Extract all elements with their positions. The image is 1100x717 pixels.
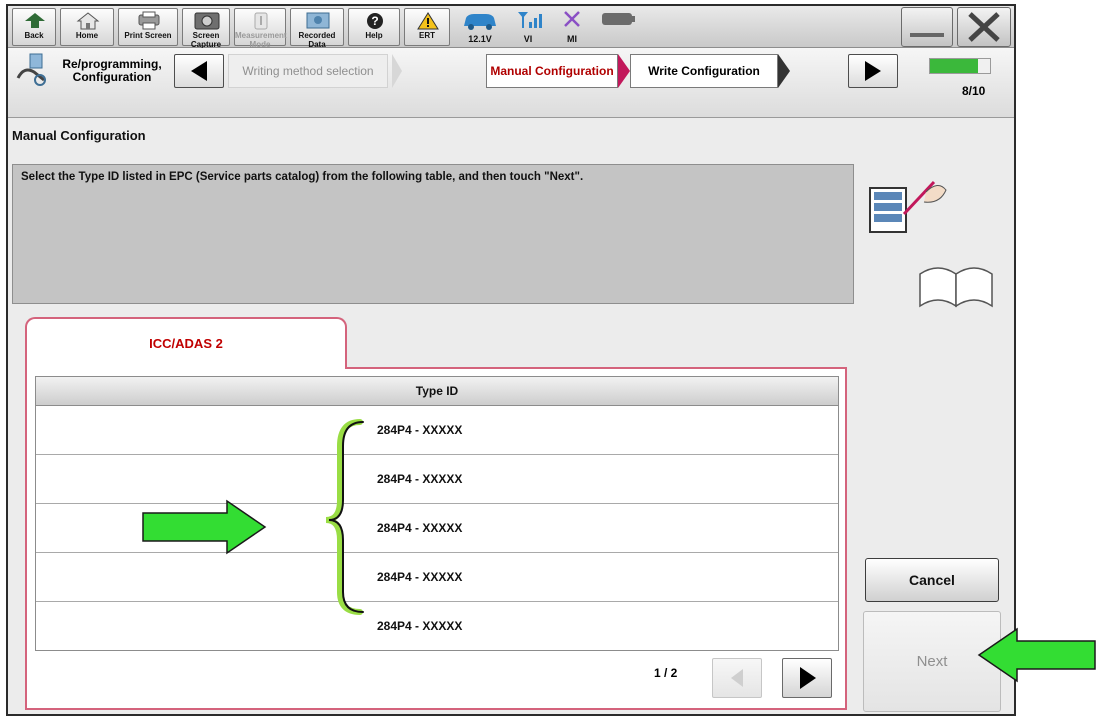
instruction-text: Select the Type ID listed in EPC (Servic… [21,171,584,183]
type-id-cell: 284P4 - XXXXX [377,423,463,437]
page-title: Manual Configuration [12,128,146,143]
previous-page-button[interactable] [712,658,762,698]
type-id-cell: 284P4 - XXXXX [377,472,463,486]
recorded-data-icon [306,12,330,29]
reprogramming-icon [16,53,46,86]
screen-capture-button[interactable]: Screen Capture [182,8,230,49]
manual-checklist-icon [864,174,1004,314]
table-row[interactable]: 284P4 - XXXXX [36,602,838,650]
green-brace-annotation [325,419,364,615]
green-arrow-right-icon [142,499,267,555]
mi-label: MI [567,34,577,44]
active-step-arrow-icon [618,54,630,88]
back-button[interactable]: Back [12,8,56,46]
back-arrow-icon [25,13,45,28]
table-row[interactable]: 284P4 - XXXXX [36,406,838,455]
recorded-data-label: Recorded Data [298,31,336,49]
progress-fill [930,59,978,73]
gauge-icon [254,12,268,30]
battery-status [596,8,640,46]
table-row[interactable]: 284P4 - XXXXX [36,553,838,602]
page-indicator: 1 / 2 [654,666,678,680]
table-header: Type ID [36,377,838,406]
table-row[interactable]: 284P4 - XXXXX [36,455,838,504]
step-manual-configuration: Manual Configuration [486,54,618,88]
type-id-cell: 284P4 - XXXXX [377,619,463,633]
ert-label: ERT [419,31,435,40]
car-icon [464,14,496,30]
home-button[interactable]: Home [60,8,114,46]
close-icon [968,12,1000,42]
current-section-label: Re/programming, Configuration [62,57,162,84]
tab-icc-adas-2[interactable]: ICC/ADAS 2 [25,317,347,369]
signal-icon [518,12,542,28]
warning-icon [417,12,439,30]
next-step-button[interactable] [848,54,898,88]
printer-icon [138,11,160,30]
step-arrow-icon [392,54,402,88]
battery-voltage-status: 12.1V [456,8,504,46]
help-icon: ? [367,13,383,29]
camera-icon [194,12,220,30]
triangle-right-icon [800,667,816,689]
measurement-mode-label: Measurement Mode [235,31,287,49]
step-navigation-bar: Re/programming, Configuration Writing me… [8,48,1014,118]
cancel-button[interactable]: Cancel [865,558,999,602]
disconnected-icon [564,11,580,27]
home-icon [76,12,100,30]
progress-text: 8/10 [962,84,986,98]
type-id-cell: 284P4 - XXXXX [377,570,463,584]
measurement-mode-button[interactable]: Measurement Mode [234,8,287,49]
print-screen-button[interactable]: Print Screen [118,8,178,46]
mi-status: MI [552,8,592,46]
help-button[interactable]: ? Help [348,8,400,46]
top-toolbar: Back Home Print Screen Screen Capture Me… [8,6,1014,49]
recorded-data-button[interactable]: Recorded Data [290,8,344,49]
help-label: Help [365,31,383,40]
battery-icon [602,13,635,25]
ert-button[interactable]: ERT [404,8,450,46]
screen-capture-label: Screen Capture [190,31,222,49]
next-page-button[interactable] [782,658,832,698]
home-label: Home [75,31,99,40]
next-step-arrow-icon [778,54,790,88]
triangle-left-icon [731,669,743,687]
vi-label: VI [523,34,533,44]
minimize-button[interactable] [901,7,953,47]
triangle-right-icon [865,61,881,81]
minimize-icon [910,33,944,37]
progress-bar [929,58,991,74]
close-button[interactable] [957,7,1011,47]
green-arrow-left-icon [977,627,1096,683]
triangle-left-icon [191,61,207,81]
previous-step-button[interactable] [174,54,224,88]
step-writing-method: Writing method selection [228,54,388,88]
instruction-box: Select the Type ID listed in EPC (Servic… [12,164,854,304]
back-label: Back [24,31,44,40]
type-id-cell: 284P4 - XXXXX [377,521,463,535]
tab-label: ICC/ADAS 2 [149,336,223,351]
vi-status: VI [508,8,548,46]
print-screen-label: Print Screen [124,31,172,40]
consult-window: Back Home Print Screen Screen Capture Me… [6,4,1016,716]
svg-text:?: ? [371,14,378,28]
voltage-label: 12.1V [468,34,492,44]
step-write-configuration: Write Configuration [630,54,778,88]
